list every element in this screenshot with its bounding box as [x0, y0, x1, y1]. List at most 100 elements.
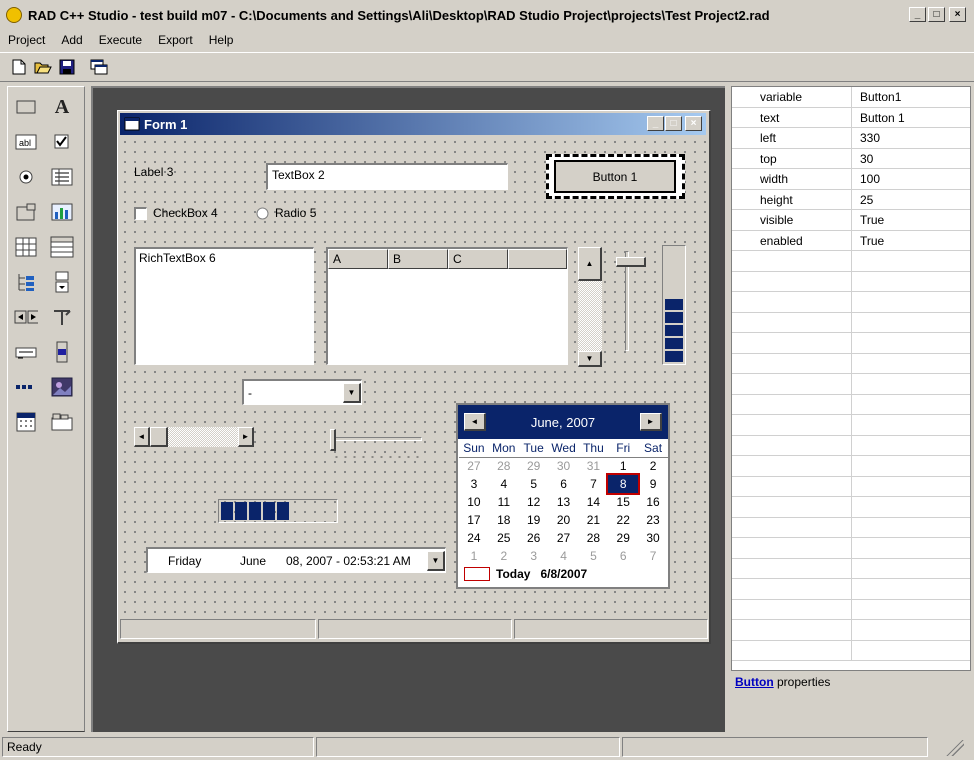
- calendar-day[interactable]: 10: [459, 493, 489, 511]
- property-row[interactable]: text Button 1: [732, 107, 970, 128]
- horizontal-scrollbar[interactable]: ◄ ►: [134, 427, 254, 447]
- property-row[interactable]: left 330: [732, 128, 970, 149]
- minimize-button[interactable]: _: [909, 7, 926, 22]
- form-close-button[interactable]: ×: [685, 116, 702, 131]
- checkbox-icon[interactable]: [50, 130, 74, 154]
- calendar-day[interactable]: 11: [489, 493, 519, 511]
- vertical-trackbar[interactable]: [614, 247, 650, 357]
- horizontal-trackbar[interactable]: [330, 429, 430, 463]
- combobox-dropdown-button[interactable]: ▼: [343, 382, 361, 403]
- spin-icon[interactable]: [14, 305, 38, 329]
- calendar-day[interactable]: 17: [459, 511, 489, 529]
- button-1[interactable]: Button 1: [554, 160, 676, 193]
- property-value[interactable]: Button 1: [852, 108, 905, 128]
- calendar-day[interactable]: 2: [489, 547, 519, 565]
- menu-export[interactable]: Export: [150, 33, 201, 47]
- list-icon[interactable]: [50, 165, 74, 189]
- run-window-icon[interactable]: [88, 56, 110, 78]
- split-icon[interactable]: [50, 305, 74, 329]
- tree-icon[interactable]: [14, 270, 38, 294]
- calendar-prev-button[interactable]: ◄: [464, 413, 486, 431]
- save-icon[interactable]: [56, 56, 78, 78]
- image-icon[interactable]: [50, 375, 74, 399]
- maximize-button[interactable]: □: [928, 7, 945, 22]
- property-row[interactable]: variable Button1: [732, 87, 970, 108]
- calendar-day[interactable]: 27: [459, 457, 489, 475]
- table-icon[interactable]: [50, 235, 74, 259]
- listview-col-c[interactable]: C: [448, 249, 508, 269]
- resize-grip-icon[interactable]: [944, 740, 964, 756]
- horizontal-trackbar-thumb[interactable]: [330, 429, 336, 451]
- calendar-day[interactable]: 22: [608, 511, 638, 529]
- calendar-day[interactable]: 31: [579, 457, 609, 475]
- calendar-day[interactable]: 4: [489, 475, 519, 493]
- property-value[interactable]: True: [852, 210, 884, 230]
- calendar-day[interactable]: 28: [489, 457, 519, 475]
- calendar-day[interactable]: 19: [519, 511, 549, 529]
- calendar-day[interactable]: 24: [459, 529, 489, 547]
- checkbox-4-box[interactable]: [134, 206, 147, 220]
- grid-icon[interactable]: [14, 235, 38, 259]
- listview-col-b[interactable]: B: [388, 249, 448, 269]
- calendar-day[interactable]: 3: [519, 547, 549, 565]
- datetime-dropdown-button[interactable]: ▼: [427, 550, 445, 571]
- calendar-day[interactable]: 7: [579, 475, 609, 493]
- scroll-icon[interactable]: [14, 340, 38, 364]
- form-title-bar[interactable]: Form 1 _ □ ×: [120, 113, 706, 135]
- chart-icon[interactable]: [50, 200, 74, 224]
- label-text-icon[interactable]: A: [50, 95, 74, 119]
- calendar-day[interactable]: 26: [519, 529, 549, 547]
- calendar-day[interactable]: 9: [638, 475, 668, 493]
- calendar-day[interactable]: 30: [638, 529, 668, 547]
- frame-icon[interactable]: [14, 200, 38, 224]
- menu-help[interactable]: Help: [201, 33, 242, 47]
- property-row[interactable]: visible True: [732, 210, 970, 231]
- calendar-day[interactable]: 29: [519, 457, 549, 475]
- properties-footer-link[interactable]: Button: [735, 675, 774, 689]
- property-value[interactable]: 100: [852, 169, 880, 189]
- calendar-day[interactable]: 13: [549, 493, 579, 511]
- property-value[interactable]: 30: [852, 149, 873, 169]
- vertical-scrollbar[interactable]: ▲ ▼: [578, 247, 602, 367]
- calendar-day[interactable]: 20: [549, 511, 579, 529]
- form-window[interactable]: Form 1 _ □ × Label 3 TextBox 2 Button 1 …: [117, 110, 711, 644]
- property-row[interactable]: width 100: [732, 169, 970, 190]
- calendar-day[interactable]: 5: [579, 547, 609, 565]
- radio-5-circle[interactable]: [256, 207, 269, 220]
- calendar-icon[interactable]: [14, 410, 38, 434]
- calendar-next-button[interactable]: ►: [640, 413, 662, 431]
- calendar-day[interactable]: 2: [638, 457, 668, 475]
- hscroll-thumb[interactable]: [150, 427, 168, 447]
- checkbox-4[interactable]: CheckBox 4: [134, 206, 218, 220]
- hscroll-right-button[interactable]: ►: [238, 427, 254, 447]
- calendar-day[interactable]: 14: [579, 493, 609, 511]
- radio-5[interactable]: Radio 5: [256, 206, 316, 220]
- month-calendar[interactable]: ◄ June, 2007 ► Sun Mon Tue Wed Thu Fri Sat 27 2…: [456, 403, 670, 589]
- richtextbox-6[interactable]: RichTextBox 6: [134, 247, 314, 365]
- calendar-month-title[interactable]: June, 2007: [531, 415, 595, 430]
- listview-col-a[interactable]: A: [328, 249, 388, 269]
- radio-icon[interactable]: [14, 165, 38, 189]
- calendar-day[interactable]: 30: [549, 457, 579, 475]
- button-1-selection[interactable]: Button 1: [546, 154, 685, 199]
- datetime-day[interactable]: Friday: [148, 554, 240, 568]
- property-value[interactable]: True: [852, 231, 884, 251]
- panel-icon[interactable]: [14, 95, 38, 119]
- tab-icon[interactable]: [50, 410, 74, 434]
- close-button[interactable]: ×: [949, 7, 966, 22]
- vertical-trackbar-thumb[interactable]: [616, 257, 646, 267]
- open-folder-icon[interactable]: [32, 56, 54, 78]
- vscroll-down-button[interactable]: ▼: [578, 351, 602, 367]
- calendar-day[interactable]: 6: [608, 547, 638, 565]
- property-row[interactable]: height 25: [732, 189, 970, 210]
- calendar-day[interactable]: 25: [489, 529, 519, 547]
- datetime-rest[interactable]: 08, 2007 - 02:53:21 AM: [286, 554, 427, 568]
- vscroll-up-button[interactable]: ▲: [578, 247, 602, 281]
- progress-icon[interactable]: [14, 375, 38, 399]
- datetime-month[interactable]: June: [240, 554, 286, 568]
- calendar-day[interactable]: 23: [638, 511, 668, 529]
- new-file-icon[interactable]: [8, 56, 30, 78]
- hscroll-left-button[interactable]: ◄: [134, 427, 150, 447]
- listview[interactable]: A B C: [326, 247, 568, 365]
- property-value[interactable]: 25: [852, 190, 873, 210]
